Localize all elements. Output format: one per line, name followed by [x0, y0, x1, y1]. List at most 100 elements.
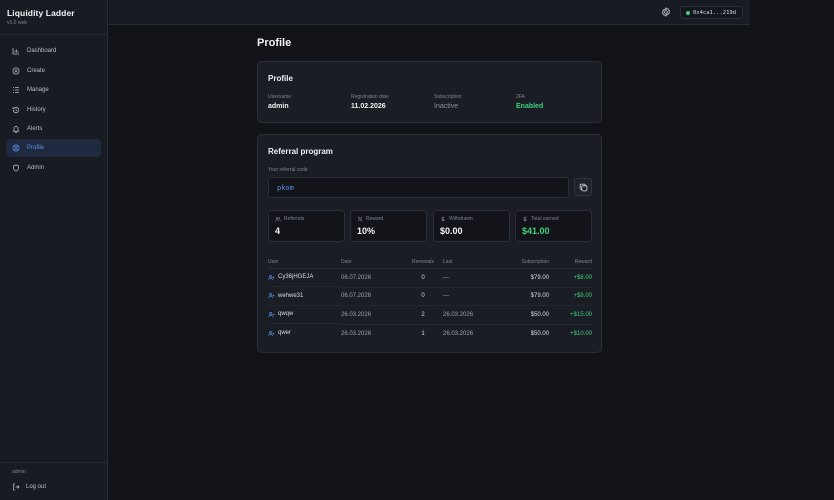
shield-icon: [13, 164, 19, 172]
plus-circle-icon: [12, 67, 20, 75]
copy-icon: [579, 183, 587, 191]
table-row: qwer 26.03.2026 1 26.03.2026 $50.00 +$10…: [268, 324, 592, 343]
dollar-icon: [523, 216, 527, 222]
cell-reward: +$15.00: [549, 305, 592, 325]
stat-withdrawn: Withdrawn $0.00: [433, 210, 510, 242]
user-plus-icon: [268, 330, 275, 336]
cell-renewals: 2: [403, 305, 443, 325]
sidebar-item-profile[interactable]: Profile: [6, 139, 101, 158]
sidebar-nav: Dashboard Create Manage History Alerts P…: [0, 35, 107, 177]
gear-icon[interactable]: [661, 7, 671, 17]
cell-last: 26.03.2026: [443, 330, 474, 337]
table-row: wehwe31 06.07.2026 0 — $79.00 +$8.00: [268, 287, 592, 306]
stat-value: 10%: [357, 226, 376, 236]
users-icon: [275, 216, 281, 222]
cell-reward: +$8.00: [549, 287, 592, 306]
sidebar-footer: admin Log out: [0, 462, 108, 500]
stat-referrals: Referrals 4: [268, 210, 345, 242]
table-header-row: User Date Renewals Last Subscription Rew…: [268, 256, 592, 269]
cell-user: Cy36jHGEJA: [268, 269, 341, 287]
sidebar-item-history[interactable]: History: [6, 101, 101, 119]
twofa-value: Enabled: [516, 103, 544, 110]
stat-label: Total earned: [531, 216, 559, 222]
table-row: Cy36jHGEJA 06.07.2026 0 — $79.00 +$8.00: [268, 268, 592, 288]
cell-date: 06.07.2026: [341, 268, 403, 288]
profile-card-title: Profile: [268, 74, 293, 83]
column-header-last: Last: [443, 256, 499, 269]
page-title: Profile: [257, 37, 292, 49]
app-version: v1.0 web: [7, 20, 28, 26]
cell-user: qwqw: [268, 306, 341, 324]
column-header-date: Date: [341, 256, 403, 269]
wallet-button[interactable]: 0x4ca1...219d: [680, 6, 743, 19]
brand: Liquidity Ladder v1.0 web: [0, 0, 107, 35]
referrals-table: User Date Renewals Last Subscription Rew…: [268, 256, 592, 343]
chart-icon: [12, 48, 19, 55]
stat-reward: Reward 10%: [350, 210, 427, 242]
topbar: 0x4ca1...219d: [109, 0, 750, 25]
wallet-status-dot: [686, 10, 690, 15]
cell-last: —: [443, 268, 499, 288]
registration-field: Registration date 11.02.2026: [351, 94, 389, 110]
sidebar-item-admin[interactable]: Admin: [6, 159, 101, 177]
logout-icon: [13, 483, 20, 491]
sidebar-item-alerts[interactable]: Alerts: [6, 120, 101, 138]
stat-label: Reward: [366, 216, 384, 222]
column-header-subscription: Subscription: [499, 256, 549, 269]
referral-card-title: Referral program: [268, 147, 333, 156]
sidebar: Liquidity Ladder v1.0 web Dashboard Crea…: [0, 0, 108, 500]
cell-subscription: $50.00: [499, 305, 549, 325]
username-field: Username admin: [268, 94, 291, 110]
list-icon: [13, 87, 19, 94]
registration-label: Registration date: [351, 94, 389, 100]
subscription-label: Subscription: [434, 94, 462, 100]
current-user: admin: [12, 469, 26, 475]
user-plus-icon: [268, 274, 275, 280]
copy-button[interactable]: [574, 178, 592, 196]
table-row: qwqw 26.03.2026 2 26.03.2026 $50.00 +$15…: [268, 305, 592, 325]
sidebar-item-label: Create: [27, 67, 46, 74]
cell-renewals: 1: [421, 330, 425, 337]
cell-date: 26.03.2026: [341, 330, 372, 337]
referral-username: qwer: [278, 330, 292, 337]
column-header-user: User: [268, 256, 341, 269]
sidebar-item-manage[interactable]: Manage: [6, 81, 101, 99]
sidebar-item-create[interactable]: Create: [6, 62, 101, 80]
stat-value: 4: [275, 226, 281, 236]
cell-date: 06.07.2026: [341, 287, 403, 306]
sidebar-item-dashboard[interactable]: Dashboard: [6, 42, 101, 60]
cell-last: —: [443, 287, 499, 306]
user-plus-icon: [268, 293, 275, 299]
sidebar-item-label: Alerts: [27, 125, 43, 132]
referral-code-field[interactable]: pkom: [268, 177, 569, 198]
referral-code-label: Your referral code: [268, 167, 308, 173]
referral-username: wehwe31: [278, 292, 304, 299]
sidebar-item-label: Profile: [27, 145, 45, 152]
stat-label: Withdrawn: [449, 216, 473, 222]
stat-value: $0.00: [440, 226, 463, 236]
cell-last: 26.03.2026: [443, 305, 499, 325]
cell-renewals: 0: [403, 268, 443, 288]
sidebar-item-label: Manage: [27, 87, 49, 94]
cell-subscription: $79.00: [499, 268, 549, 288]
subscription-value: Inactive: [434, 103, 459, 110]
cell-user: wehwe31: [268, 287, 341, 306]
cell-renewals: 0: [403, 287, 443, 306]
cell-date: 26.03.2026: [341, 305, 403, 325]
username-label: Username: [268, 94, 292, 100]
referral-username: Cy36jHGEJA: [278, 274, 314, 281]
sidebar-item-label: History: [27, 106, 46, 113]
username-value: admin: [268, 103, 289, 110]
cell-subscription: $79.00: [499, 287, 549, 306]
wallet-address: 0x4ca1...219d: [693, 9, 737, 16]
user-plus-icon: [268, 311, 275, 317]
twofa-label: 2FA: [516, 94, 525, 100]
sidebar-item-label: Dashboard: [27, 48, 57, 55]
logout-button[interactable]: Log out: [12, 483, 96, 491]
dollar-icon: [441, 216, 445, 222]
column-header-renewals: Renewals: [403, 256, 443, 269]
app-title: Liquidity Ladder: [7, 8, 75, 18]
registration-value: 11.02.2026: [351, 103, 386, 110]
subscription-field: Subscription Inactive: [434, 94, 462, 110]
profile-card: Profile Username admin Registration date…: [257, 61, 602, 123]
